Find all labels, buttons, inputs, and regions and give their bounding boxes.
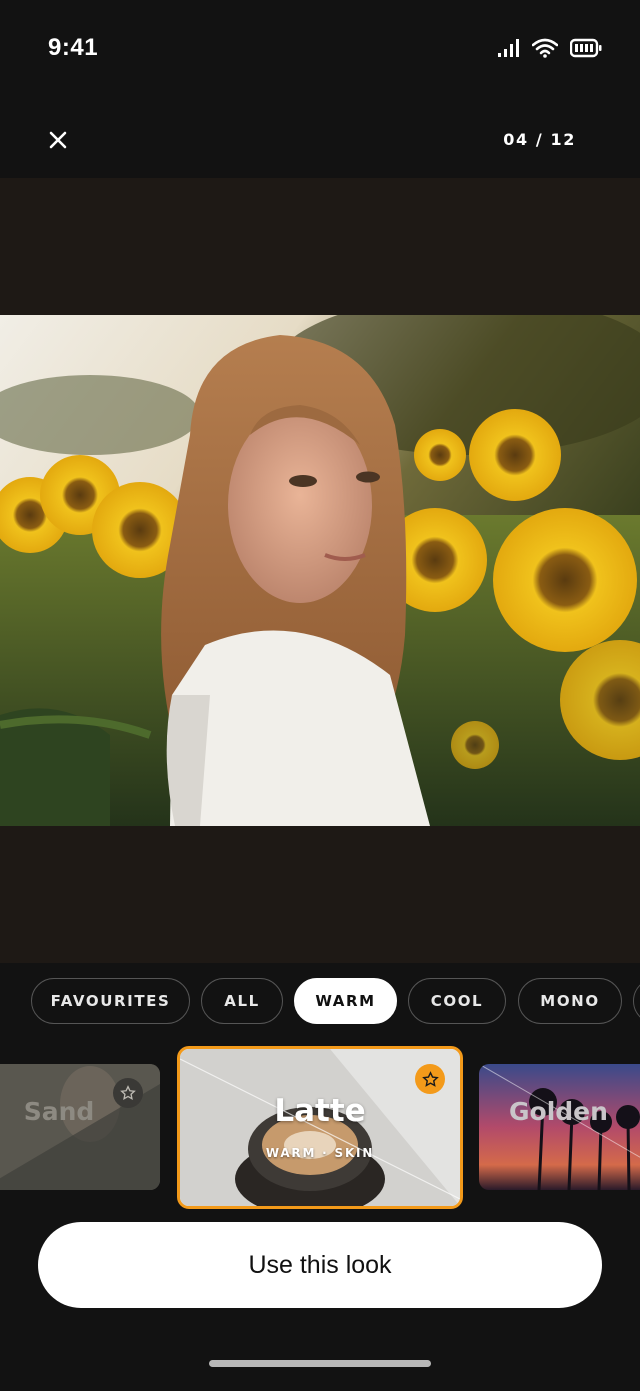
filter-chips: FAVOURITES ALL WARM COOL MONO	[0, 978, 640, 1028]
look-tags: WARM · SKIN	[265, 1146, 375, 1160]
use-this-look-button[interactable]: Use this look	[38, 1222, 602, 1308]
home-indicator[interactable]	[209, 1360, 431, 1367]
chip-label: WARM	[315, 992, 376, 1010]
chip-favourites[interactable]: FAVOURITES	[31, 978, 190, 1024]
look-card-sand[interactable]: Sand	[0, 1064, 160, 1190]
chip-label: COOL	[430, 992, 484, 1010]
look-card-latte[interactable]: Latte WARM · SKIN	[177, 1046, 463, 1209]
status-time: 9:41	[48, 34, 99, 61]
look-card-golden[interactable]: Golden	[479, 1064, 640, 1190]
chip-all[interactable]: ALL	[201, 978, 283, 1024]
chip-cool[interactable]: COOL	[408, 978, 506, 1024]
status-icons	[498, 38, 602, 58]
status-bar: 9:41	[0, 0, 640, 100]
battery-icon	[570, 38, 602, 58]
cellular-signal-icon	[498, 39, 519, 57]
chip-label: FAVOURITES	[50, 992, 171, 1010]
look-name: Latte	[274, 1093, 366, 1129]
chip-label: ALL	[224, 992, 260, 1010]
chip-more[interactable]	[633, 978, 640, 1024]
favourite-toggle[interactable]	[415, 1064, 445, 1094]
favourite-toggle[interactable]	[113, 1078, 143, 1108]
close-button[interactable]	[40, 122, 76, 158]
chip-mono[interactable]: MONO	[518, 978, 622, 1024]
photo-preview-area	[0, 178, 640, 963]
star-outline-icon	[120, 1085, 136, 1100]
chip-label: MONO	[540, 992, 600, 1010]
star-icon	[421, 1070, 439, 1087]
preview-photo[interactable]	[0, 315, 640, 826]
looks-carousel: Sand Latte WARM · SKIN Golden	[0, 1046, 640, 1211]
close-icon	[49, 131, 67, 149]
viewer-header: 04 / 12	[0, 100, 640, 178]
wifi-icon	[532, 38, 558, 58]
chip-warm[interactable]: WARM	[294, 978, 397, 1024]
look-name: Golden	[509, 1097, 608, 1126]
photo-counter: 04 / 12	[503, 130, 576, 149]
